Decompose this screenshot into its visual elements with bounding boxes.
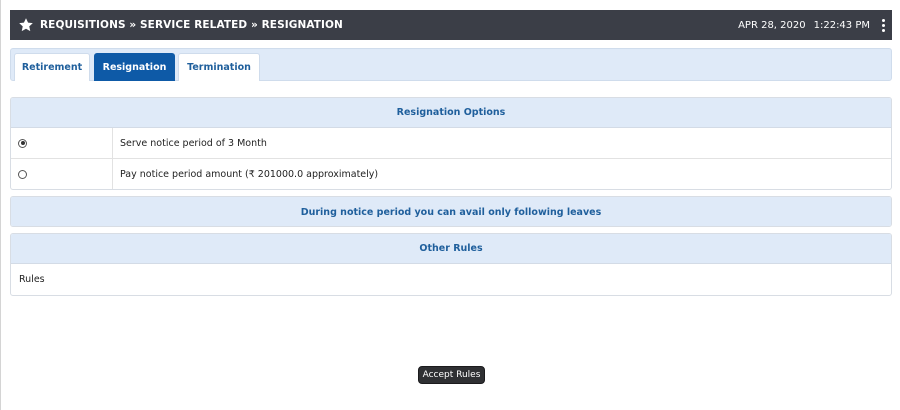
option-row[interactable]: Pay notice period amount (₹ 201000.0 app… xyxy=(11,159,891,189)
notice-leaves-heading: During notice period you can avail only … xyxy=(11,197,891,226)
tab-bar: Retirement Resignation Termination xyxy=(10,48,892,81)
other-rules-panel: Other Rules Rules xyxy=(10,233,892,296)
header-time: 1:22:43 PM xyxy=(813,19,870,31)
option-row[interactable]: Serve notice period of 3 Month xyxy=(11,128,891,159)
breadcrumb: REQUISITIONS » SERVICE RELATED » RESIGNA… xyxy=(40,19,343,31)
kebab-dot xyxy=(881,18,885,22)
accept-rules-button[interactable]: Accept Rules xyxy=(418,366,485,384)
resignation-options-heading: Resignation Options xyxy=(11,98,891,128)
kebab-dot xyxy=(881,23,885,27)
tab-resignation[interactable]: Resignation xyxy=(94,53,175,81)
tab-retirement[interactable]: Retirement xyxy=(14,53,90,81)
notice-leaves-panel: During notice period you can avail only … xyxy=(10,196,892,227)
other-rules-text: Rules xyxy=(19,274,45,285)
pay-notice-radio[interactable] xyxy=(18,170,27,179)
star-icon[interactable] xyxy=(16,15,36,35)
other-rules-heading: Other Rules xyxy=(11,234,891,264)
kebab-dot xyxy=(881,28,885,32)
serve-notice-radio[interactable] xyxy=(18,138,27,148)
option-radio-cell xyxy=(11,128,113,158)
pay-notice-label: Pay notice period amount (₹ 201000.0 app… xyxy=(120,169,379,180)
header-datetime: APR 28, 2020 1:22:43 PM xyxy=(738,16,892,34)
header-date: APR 28, 2020 xyxy=(738,19,806,31)
option-radio-cell xyxy=(11,159,113,189)
tab-termination[interactable]: Termination xyxy=(178,53,260,81)
resignation-options-panel: Resignation Options Serve notice period … xyxy=(10,97,892,190)
page-header: REQUISITIONS » SERVICE RELATED » RESIGNA… xyxy=(10,10,892,40)
kebab-menu-icon[interactable] xyxy=(878,16,888,34)
serve-notice-label: Serve notice period of 3 Month xyxy=(120,137,267,149)
